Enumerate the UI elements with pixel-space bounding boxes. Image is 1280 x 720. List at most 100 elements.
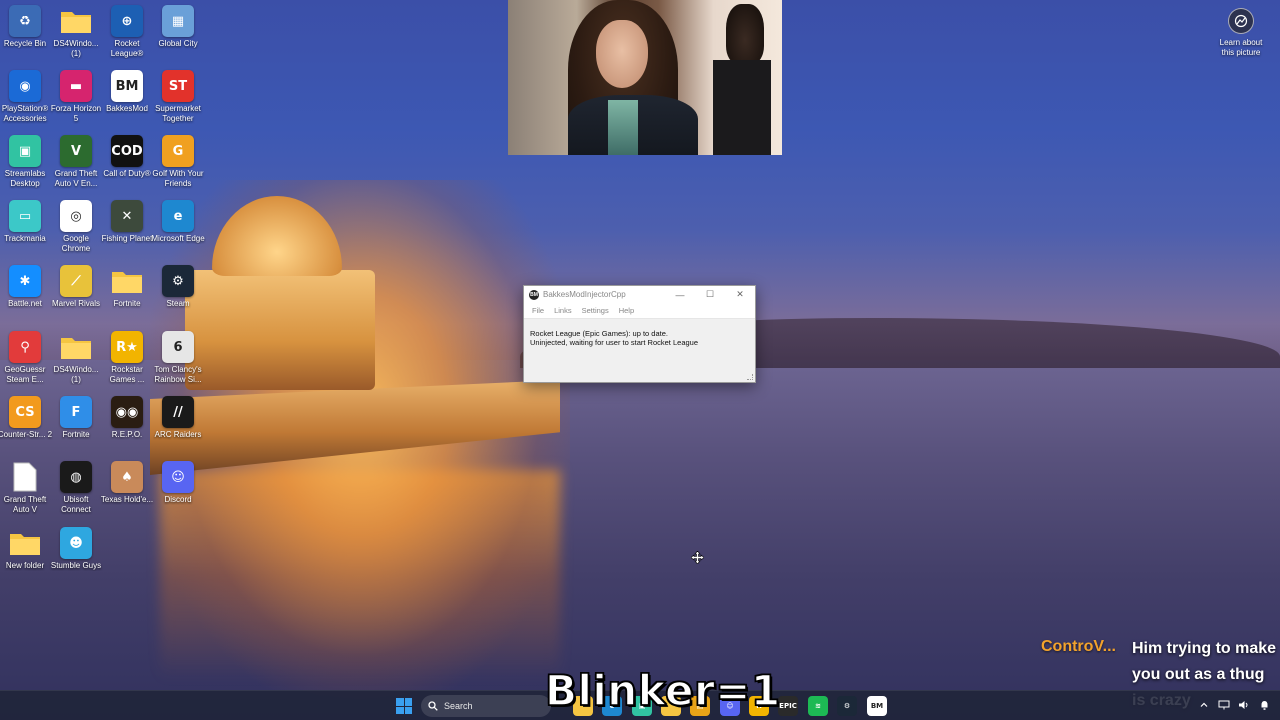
desktop-icon-label: Trackmania [4, 234, 46, 243]
desktop-icon[interactable]: ▣ Streamlabs Desktop [0, 135, 51, 189]
chevron-up-icon[interactable] [1198, 699, 1210, 711]
desktop-icon[interactable]: ☻ Stumble Guys [50, 527, 102, 571]
volume-icon[interactable] [1238, 699, 1250, 711]
learn-about-picture-label: Learn about this picture [1219, 38, 1263, 57]
desktop-icon[interactable]: ▭ Trackmania [0, 200, 51, 244]
desktop-icon-label: ARC Raiders [154, 430, 202, 439]
desktop-icon[interactable]: G Golf With Your Friends [152, 135, 204, 189]
desktop-icon[interactable]: ◉◉ R.E.P.O. [101, 396, 153, 440]
search-icon [428, 701, 438, 711]
desktop-icon[interactable]: ⊕ Rocket League® [101, 5, 153, 59]
desktop-icon[interactable]: ⟋ Marvel Rivals [50, 265, 102, 309]
menu-settings[interactable]: Settings [577, 306, 614, 315]
desktop-icon-label: Grand Theft Auto V En... [54, 169, 98, 188]
webcam-person-face [596, 20, 648, 88]
recycle-bin-icon: ♻ [9, 5, 41, 37]
chat-username: ControV... [1041, 638, 1116, 655]
bakkesmod-icon[interactable]: BM [867, 696, 887, 716]
desktop-icon-label: Discord [164, 495, 192, 504]
folder-icon [9, 527, 41, 559]
desktop-icon-label: Recycle Bin [3, 39, 47, 48]
move-cursor-icon [691, 551, 704, 564]
spotify-icon[interactable]: ≋ [808, 696, 828, 716]
desktop-icon[interactable]: DS4Windo... (1) [50, 331, 102, 385]
stream-caption: Blinker=1 [544, 665, 781, 716]
epic-games-icon[interactable]: EPIC [778, 696, 798, 716]
desktop-icon[interactable]: // ARC Raiders [152, 396, 204, 440]
webcam-person-shirt [608, 100, 638, 155]
desktop-icon[interactable]: BM BakkesMod [101, 70, 153, 114]
desktop-icon[interactable]: Fortnite [101, 265, 153, 309]
system-tray [1198, 699, 1270, 711]
global-city-icon: ▦ [162, 5, 194, 37]
notification-icon[interactable] [1258, 699, 1270, 711]
search-label: Search [444, 701, 473, 711]
webcam-overlay [508, 0, 782, 155]
desktop-icon[interactable]: ▦ Global City [152, 5, 204, 49]
windows-logo-tile [404, 698, 412, 706]
menu-links[interactable]: Links [549, 306, 577, 315]
desktop-icon-label: Ubisoft Connect [61, 495, 91, 514]
desktop-icon[interactable]: ◍ Ubisoft Connect [50, 461, 102, 515]
menu-file[interactable]: File [527, 306, 549, 315]
taskbar-search[interactable]: Search [421, 695, 551, 717]
desktop-icon[interactable]: ◉ PlayStation® Accessories [0, 70, 51, 124]
desktop-icon[interactable]: F Fortnite [50, 396, 102, 440]
desktop-icon[interactable]: DS4Windo... (1) [50, 5, 102, 59]
desktop-icon[interactable]: ♠ Texas Hold'e... [101, 461, 153, 505]
desktop-icon-label: New folder [5, 561, 45, 570]
status-line-injection: Uninjected, waiting for user to start Ro… [530, 338, 699, 347]
desktop-icon[interactable]: COD Call of Duty® [101, 135, 153, 179]
steam-icon[interactable]: ⚙ [837, 696, 857, 716]
desktop-icon[interactable]: ☺ Discord [152, 461, 204, 505]
window-titlebar[interactable]: BM BakkesModInjectorCpp — ☐ ✕ [524, 286, 755, 303]
steam-icon: ⚙ [162, 265, 194, 297]
desktop-icon-label: DS4Windo... (1) [53, 365, 99, 384]
desktop-icon-label: Counter-Str... 2 [0, 430, 53, 439]
desktop-icon[interactable]: ⚙ Steam [152, 265, 204, 309]
desktop-icon[interactable]: ▬ Forza Horizon 5 [50, 70, 102, 124]
desktop-icon[interactable]: Grand Theft Auto V [0, 461, 51, 515]
desktop-icon-label: Steam [166, 299, 190, 308]
desktop-icon[interactable]: 6 Tom Clancy's Rainbow Si... [152, 331, 204, 385]
network-icon[interactable] [1218, 699, 1230, 711]
start-button[interactable] [396, 698, 412, 714]
desktop-icon-label: DS4Windo... (1) [53, 39, 99, 58]
desktop-icon-label: Stumble Guys [50, 561, 102, 570]
chrome-icon: ◎ [60, 200, 92, 232]
desktop-icon[interactable]: ⚲ GeoGuessr Steam E... [0, 331, 51, 385]
ubisoft-icon: ◍ [60, 461, 92, 493]
desktop-icon[interactable]: CS Counter-Str... 2 [0, 396, 53, 440]
desktop-icon[interactable]: e Microsoft Edge [151, 200, 205, 244]
menu-help[interactable]: Help [614, 306, 639, 315]
desktop-icon[interactable]: R★ Rockstar Games ... [101, 331, 153, 385]
bakkesmod-injector-window[interactable]: BM BakkesModInjectorCpp — ☐ ✕ File Links… [523, 285, 756, 383]
desktop-icon[interactable]: ♻ Recycle Bin [0, 5, 51, 49]
desktop-icon[interactable]: V Grand Theft Auto V En... [50, 135, 102, 189]
webcam-vase [726, 4, 764, 64]
desktop-icon-label: Microsoft Edge [151, 234, 205, 243]
desktop-icon[interactable]: ◎ Google Chrome [50, 200, 102, 254]
discord-icon: ☺ [162, 461, 194, 493]
windows-logo-tile [396, 698, 404, 706]
desktop-icon[interactable]: ✕ Fishing Planet [101, 200, 153, 244]
minimize-button[interactable]: — [665, 286, 695, 303]
desktop-icon-label: Grand Theft Auto V [3, 495, 47, 514]
desktop-icon[interactable]: ✱ Battle.net [0, 265, 51, 309]
call-of-duty-icon: COD [111, 135, 143, 167]
maximize-button[interactable]: ☐ [695, 286, 725, 303]
desktop-icon-label: PlayStation® Accessories [1, 104, 49, 123]
camera-icon [1228, 8, 1254, 34]
desktop-icon-label: GeoGuessr Steam E... [4, 365, 46, 384]
desktop-icon[interactable]: New folder [0, 527, 51, 571]
folder-icon [111, 265, 143, 297]
resize-grip[interactable] [747, 374, 753, 380]
desktop-icon-label: Global City [158, 39, 198, 48]
learn-about-picture[interactable]: Learn about this picture [1213, 8, 1269, 58]
desktop-icon[interactable]: ST Supermarket Together [152, 70, 204, 124]
status-line-version: Rocket League (Epic Games): up to date. [530, 329, 668, 338]
bakkesmod-icon: BM [111, 70, 143, 102]
geoguessr-icon: ⚲ [9, 331, 41, 363]
close-button[interactable]: ✕ [725, 286, 755, 303]
desktop-icon-label: Supermarket Together [155, 104, 201, 123]
